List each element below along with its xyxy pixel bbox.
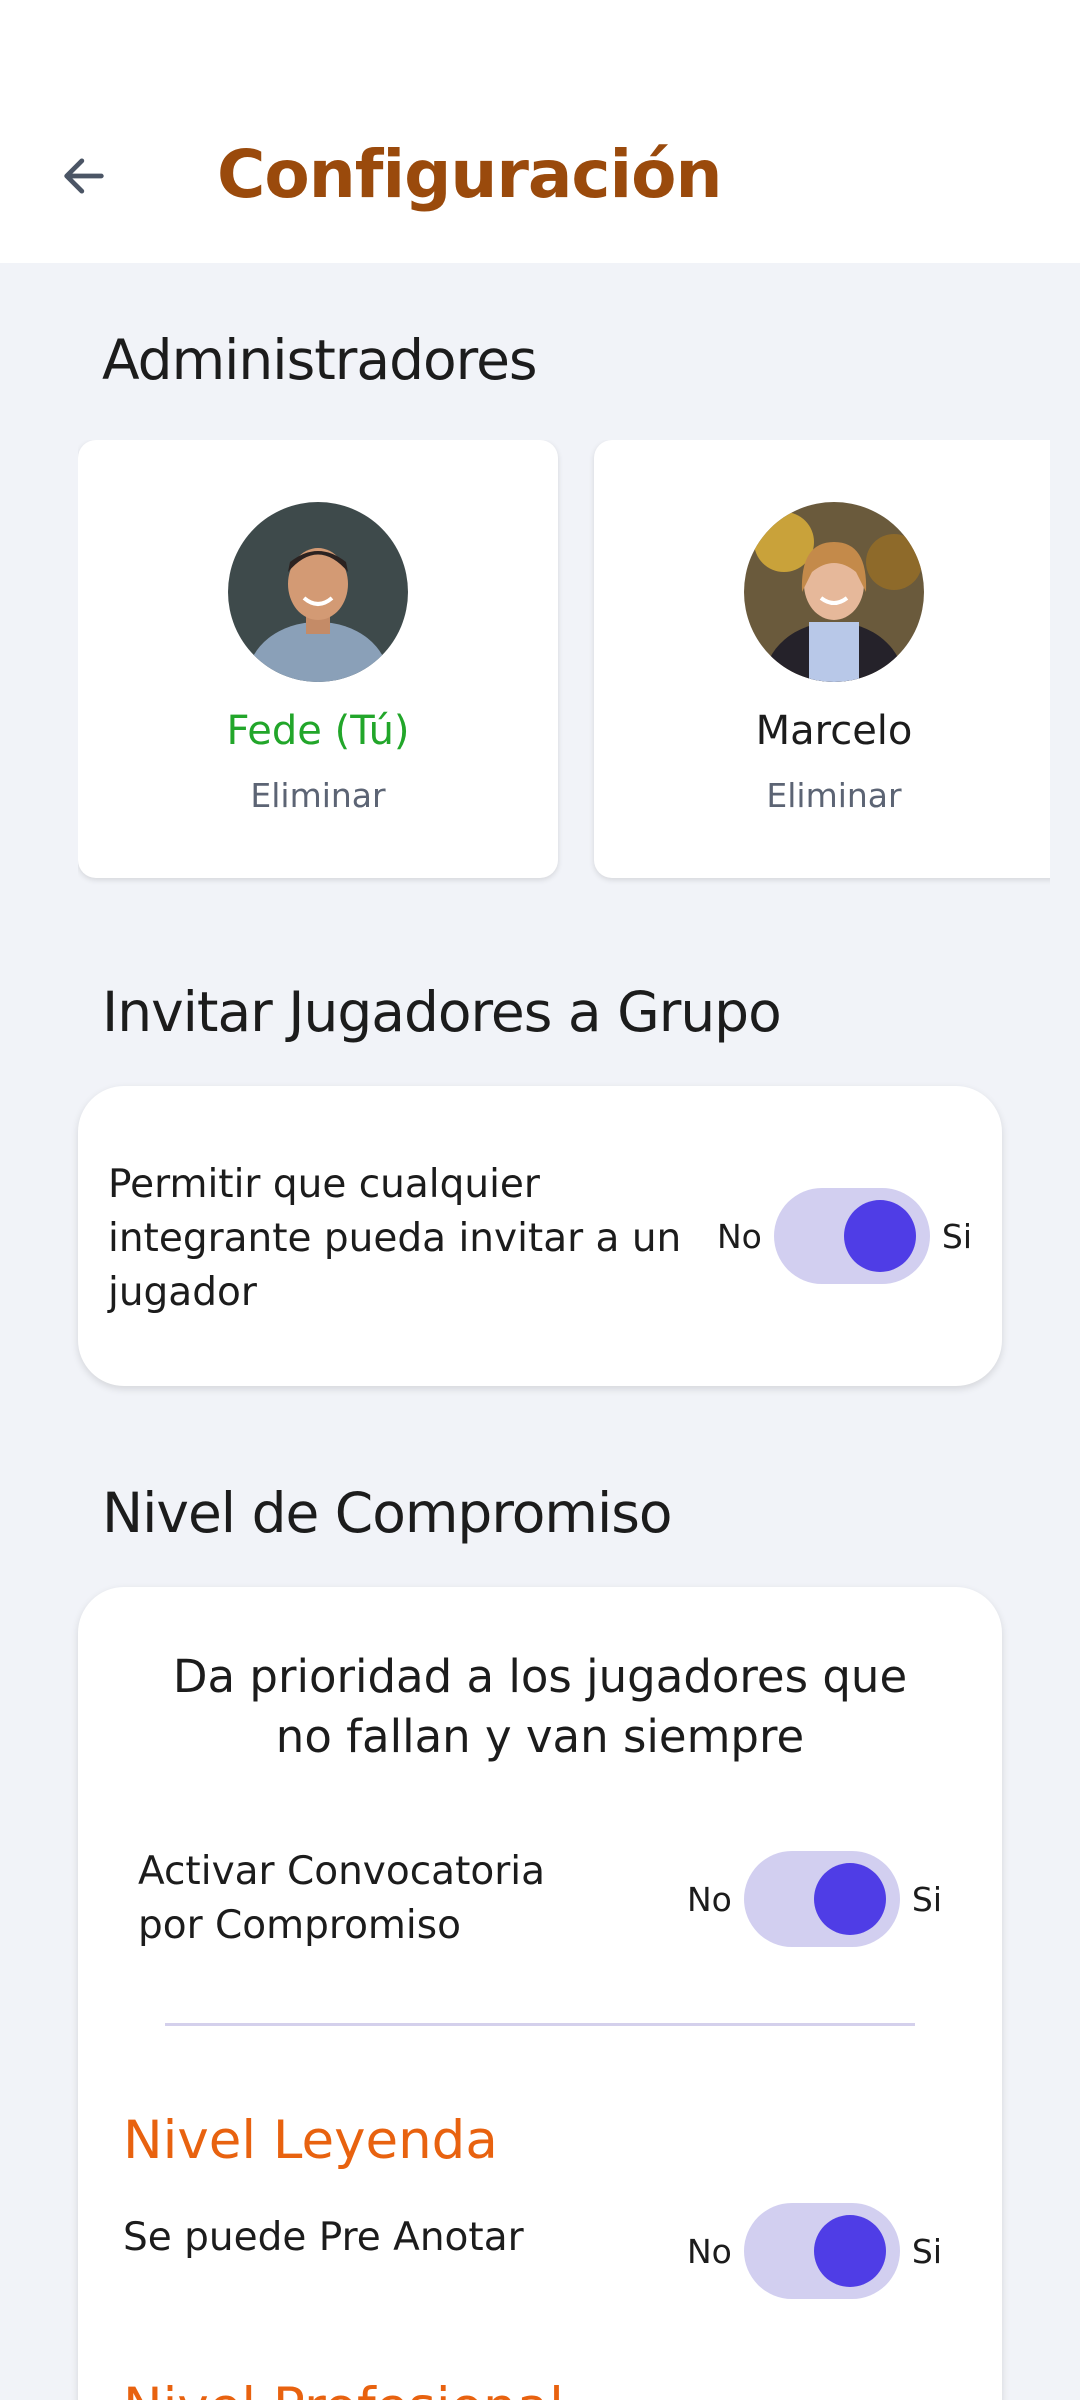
level-title-professional: Nivel Profesional [123, 2377, 564, 2400]
remove-admin-button[interactable]: Eliminar [78, 776, 558, 815]
pre-register-label: Se puede Pre Anotar [123, 2215, 524, 2260]
remove-admin-button[interactable]: Eliminar [594, 776, 1050, 815]
section-title-admins: Administradores [102, 328, 538, 392]
activate-toggle-group: No Si [687, 1851, 942, 1947]
admins-carousel[interactable]: Fede (Tú) Eliminar Marcelo Eliminar [78, 440, 1050, 890]
toggle-knob [813, 1863, 886, 1935]
commitment-description: Da prioridad a los jugadores que no fall… [172, 1650, 908, 1763]
toggle-off-label: No [716, 1216, 762, 1256]
activate-commitment-label: Activar Convocatoria por Compromiso [138, 1849, 545, 1948]
toggle-on-label: Si [911, 2231, 942, 2271]
admin-name: Marcelo [755, 708, 913, 754]
admin-name: Fede (Tú) [226, 708, 410, 754]
pre-register-toggle[interactable] [743, 2203, 900, 2299]
toggle-on-label: Si [911, 1879, 942, 1919]
toggle-off-label: No [686, 1879, 732, 1919]
invite-settings-card: Permitir que cualquier integrante pueda … [78, 1086, 1002, 1386]
pre-register-toggle-group: No Si [687, 2203, 942, 2299]
divider [165, 2023, 915, 2026]
section-title-invite: Invitar Jugadores a Grupo [102, 980, 782, 1044]
section-title-commitment: Nivel de Compromiso [102, 1481, 673, 1545]
page-title: Configuración [217, 136, 722, 213]
avatar [744, 502, 924, 682]
arrow-back-icon [64, 158, 104, 194]
admin-card[interactable]: Marcelo Eliminar [594, 440, 1050, 878]
toggle-knob [813, 2215, 886, 2287]
invite-permission-toggle[interactable] [773, 1188, 930, 1284]
toggle-off-label: No [686, 2231, 732, 2271]
commitment-card: Da prioridad a los jugadores que no fall… [78, 1587, 1002, 2400]
avatar [228, 502, 408, 682]
invite-toggle-group: No Si [717, 1188, 972, 1284]
top-app-bar: Configuración [0, 0, 1080, 263]
back-button[interactable] [48, 140, 120, 212]
activate-commitment-toggle[interactable] [743, 1851, 900, 1947]
admin-card[interactable]: Fede (Tú) Eliminar [78, 440, 558, 878]
level-title-legend: Nivel Leyenda [123, 2110, 498, 2171]
toggle-on-label: Si [941, 1216, 972, 1256]
invite-permission-label: Permitir que cualquier integrante pueda … [108, 1162, 682, 1315]
toggle-knob [843, 1200, 916, 1272]
